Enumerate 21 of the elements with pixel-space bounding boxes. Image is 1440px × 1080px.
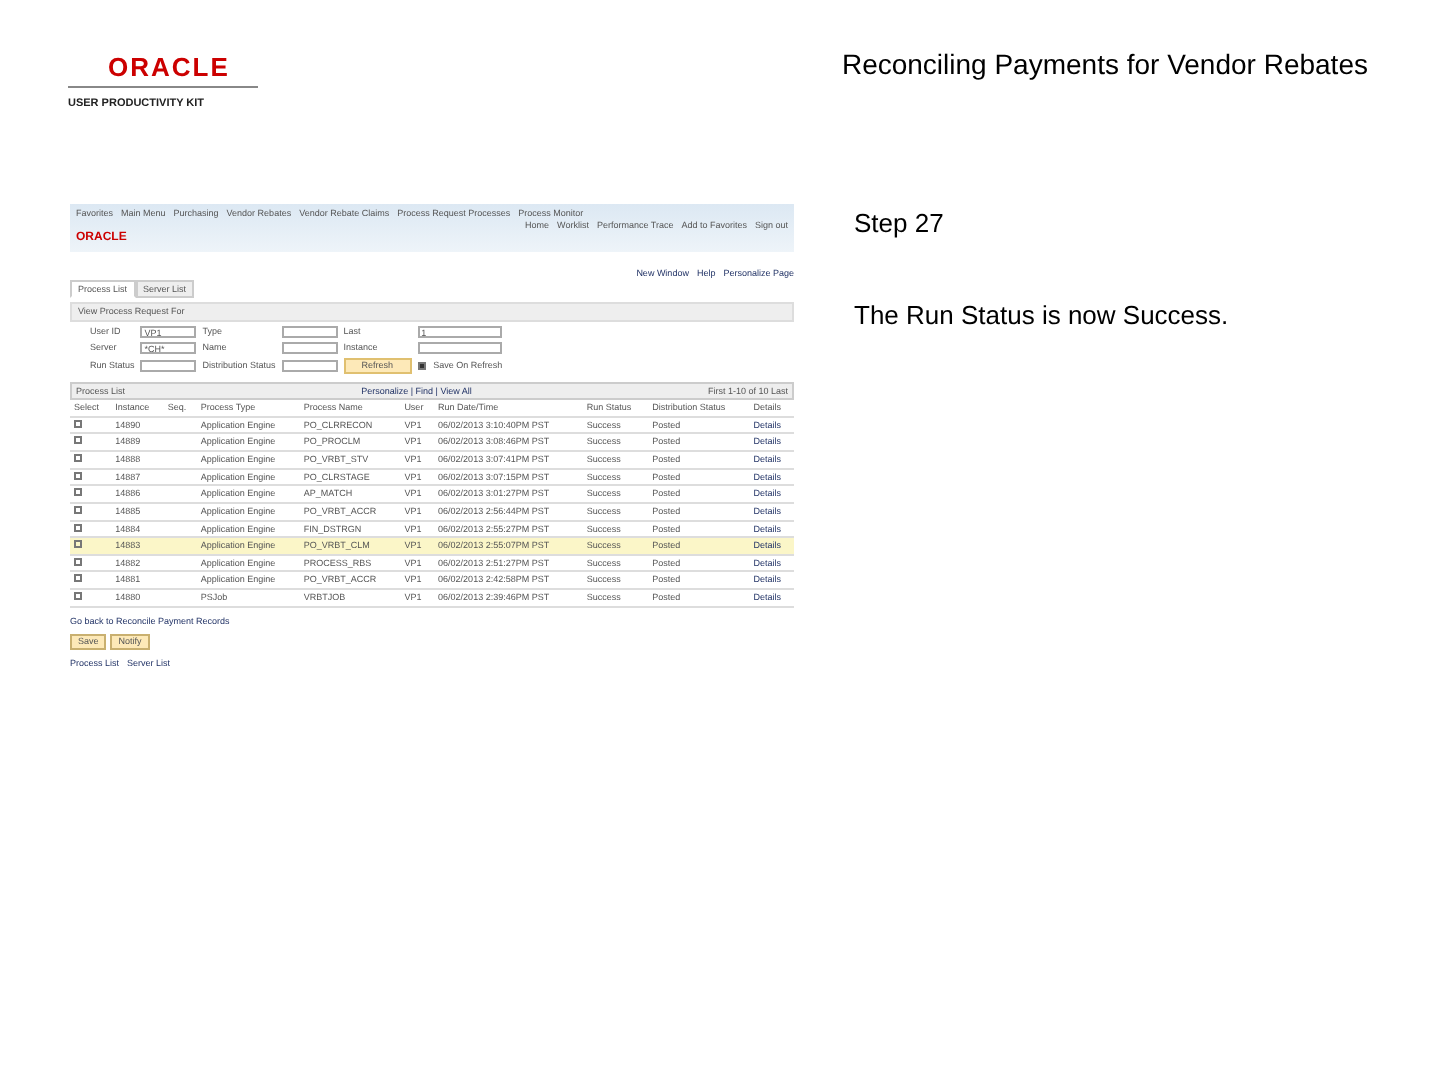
row-checkbox[interactable] bbox=[74, 540, 82, 549]
row-checkbox[interactable] bbox=[74, 523, 82, 531]
filter-field[interactable] bbox=[140, 359, 197, 372]
row-checkbox[interactable] bbox=[74, 436, 82, 445]
filter-field[interactable] bbox=[281, 325, 338, 338]
filter-field[interactable] bbox=[281, 359, 338, 372]
filter-field[interactable] bbox=[417, 341, 503, 354]
row-checkbox[interactable] bbox=[74, 471, 82, 480]
document-title: Reconciling Payments for Vendor Rebates bbox=[841, 46, 1368, 84]
row-checkbox[interactable] bbox=[74, 557, 82, 566]
row-checkbox[interactable] bbox=[74, 419, 82, 428]
step-text: The Run Status is now Success. bbox=[854, 297, 1229, 334]
oracle-logo: ORACLE bbox=[68, 54, 258, 88]
row-checkbox[interactable] bbox=[74, 574, 82, 583]
step-label: Step 27 bbox=[854, 206, 946, 243]
row-checkbox[interactable] bbox=[74, 505, 82, 514]
filter-field[interactable] bbox=[281, 341, 338, 354]
row-checkbox[interactable] bbox=[74, 454, 82, 462]
checkbox[interactable] bbox=[417, 361, 426, 370]
row-checkbox[interactable] bbox=[74, 592, 82, 600]
row-checkbox[interactable] bbox=[74, 488, 82, 497]
